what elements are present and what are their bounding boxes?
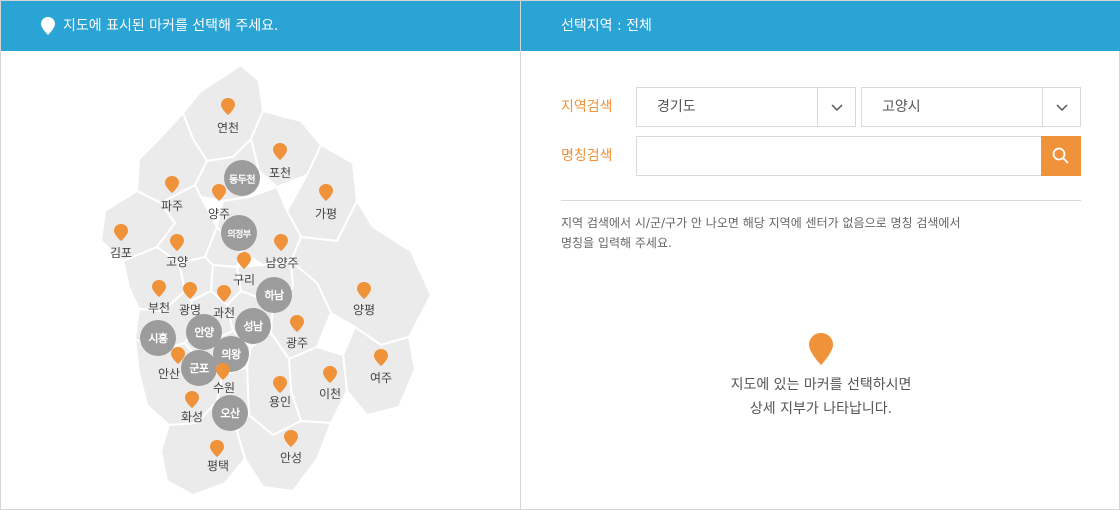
region-search-row: 지역검색 경기도 고양시	[561, 87, 1081, 127]
city-select-value: 고양시	[882, 99, 921, 115]
region-label[interactable]: 광주	[286, 334, 308, 351]
region-circle[interactable]: 동두천	[224, 160, 260, 196]
map-marker-icon	[809, 333, 833, 365]
map-marker-icon[interactable]	[357, 282, 371, 299]
map-marker-icon[interactable]	[221, 98, 235, 115]
empty-state: 지도에 있는 마커를 선택하시면 상세 지부가 나타납니다.	[521, 333, 1120, 421]
empty-state-line: 상세 지부가 나타납니다.	[749, 401, 893, 417]
region-label[interactable]: 안성	[280, 449, 302, 466]
region-label[interactable]: 구리	[233, 271, 255, 288]
region-label[interactable]: 파주	[161, 197, 183, 214]
region-label[interactable]: 고양	[166, 253, 188, 270]
map-marker-icon[interactable]	[284, 430, 298, 447]
divider	[561, 200, 1081, 201]
search-panel: 선택지역 : 전체 지역검색 경기도 고양시 명칭검색 지역 검색에서 시/군/…	[521, 1, 1120, 510]
region-circle[interactable]: 오산	[212, 395, 248, 431]
map-marker-icon[interactable]	[217, 285, 231, 302]
region-label[interactable]: 화성	[181, 408, 203, 425]
map-marker-icon[interactable]	[114, 224, 128, 241]
region-search-label: 지역검색	[561, 99, 613, 115]
region-label[interactable]: 부천	[148, 299, 170, 316]
map-marker-icon[interactable]	[210, 440, 224, 457]
map-marker-icon[interactable]	[374, 349, 388, 366]
region-label[interactable]: 여주	[370, 369, 392, 386]
map-marker-icon[interactable]	[273, 376, 287, 393]
search-note-line: 명칭을 입력해 주세요.	[561, 236, 672, 250]
region-circle[interactable]: 하남	[256, 277, 292, 313]
map-marker-icon[interactable]	[273, 143, 287, 160]
city-select[interactable]: 고양시	[861, 87, 1081, 127]
search-form: 지역검색 경기도 고양시 명칭검색	[561, 87, 1081, 185]
map-marker-icon[interactable]	[323, 366, 337, 383]
chevron-down-icon[interactable]	[1042, 88, 1080, 126]
region-label[interactable]: 김포	[110, 244, 132, 261]
map-marker-icon[interactable]	[212, 184, 226, 201]
name-search-row: 명칭검색	[561, 136, 1081, 176]
map-panel-title: 지도에 표시된 마커를 선택해 주세요.	[63, 18, 279, 34]
region-label[interactable]: 수원	[213, 379, 235, 396]
map-marker-icon[interactable]	[274, 234, 288, 251]
name-search-label: 명칭검색	[561, 148, 613, 164]
region-label[interactable]: 포천	[269, 164, 291, 181]
province-select-value: 경기도	[657, 99, 696, 115]
map-marker-icon[interactable]	[216, 363, 230, 380]
map-marker-icon[interactable]	[170, 234, 184, 251]
region-label[interactable]: 용인	[269, 393, 291, 410]
map-panel: 지도에 표시된 마커를 선택해 주세요. 연천 포천 동두천 파주 양주 가평 …	[1, 1, 521, 510]
map-marker-icon[interactable]	[319, 184, 333, 201]
selected-region-title: 선택지역 : 전체	[561, 18, 652, 34]
location-pin-icon	[41, 17, 55, 35]
region-label[interactable]: 가평	[315, 205, 337, 222]
province-select[interactable]: 경기도	[636, 87, 856, 127]
center-finder: 지도에 표시된 마커를 선택해 주세요. 연천 포천 동두천 파주 양주 가평 …	[0, 0, 1120, 510]
map-marker-icon[interactable]	[290, 315, 304, 332]
search-button[interactable]	[1041, 136, 1081, 176]
chevron-down-icon[interactable]	[817, 88, 855, 126]
map-marker-icon[interactable]	[152, 280, 166, 297]
map-shape	[100, 64, 432, 496]
map-marker-icon[interactable]	[237, 252, 251, 269]
search-note: 지역 검색에서 시/군/구가 안 나오면 해당 지역에 센터가 없음으로 명칭 …	[561, 213, 1081, 253]
gyeonggi-map: 연천 포천 동두천 파주 양주 가평 김포 의정부 고양 남양주 구리 하남 부…	[1, 51, 520, 509]
map-marker-icon[interactable]	[183, 282, 197, 299]
region-label[interactable]: 남양주	[265, 254, 298, 271]
region-circle[interactable]: 의정부	[221, 215, 257, 251]
region-circle[interactable]: 군포	[181, 350, 217, 386]
map-marker-icon[interactable]	[165, 176, 179, 193]
region-label[interactable]: 연천	[217, 119, 239, 136]
map-marker-icon[interactable]	[185, 391, 199, 408]
map-panel-header: 지도에 표시된 마커를 선택해 주세요.	[1, 1, 520, 51]
name-search-input[interactable]	[636, 136, 1042, 176]
region-label[interactable]: 이천	[319, 385, 341, 402]
search-note-line: 지역 검색에서 시/군/구가 안 나오면 해당 지역에 센터가 없음으로 명칭 …	[561, 216, 961, 230]
search-panel-header: 선택지역 : 전체	[521, 1, 1120, 51]
region-label[interactable]: 평택	[207, 457, 229, 474]
search-icon	[1052, 147, 1069, 164]
empty-state-line: 지도에 있는 마커를 선택하시면	[730, 377, 912, 393]
region-label[interactable]: 양평	[353, 301, 375, 318]
region-label[interactable]: 안산	[158, 365, 180, 382]
